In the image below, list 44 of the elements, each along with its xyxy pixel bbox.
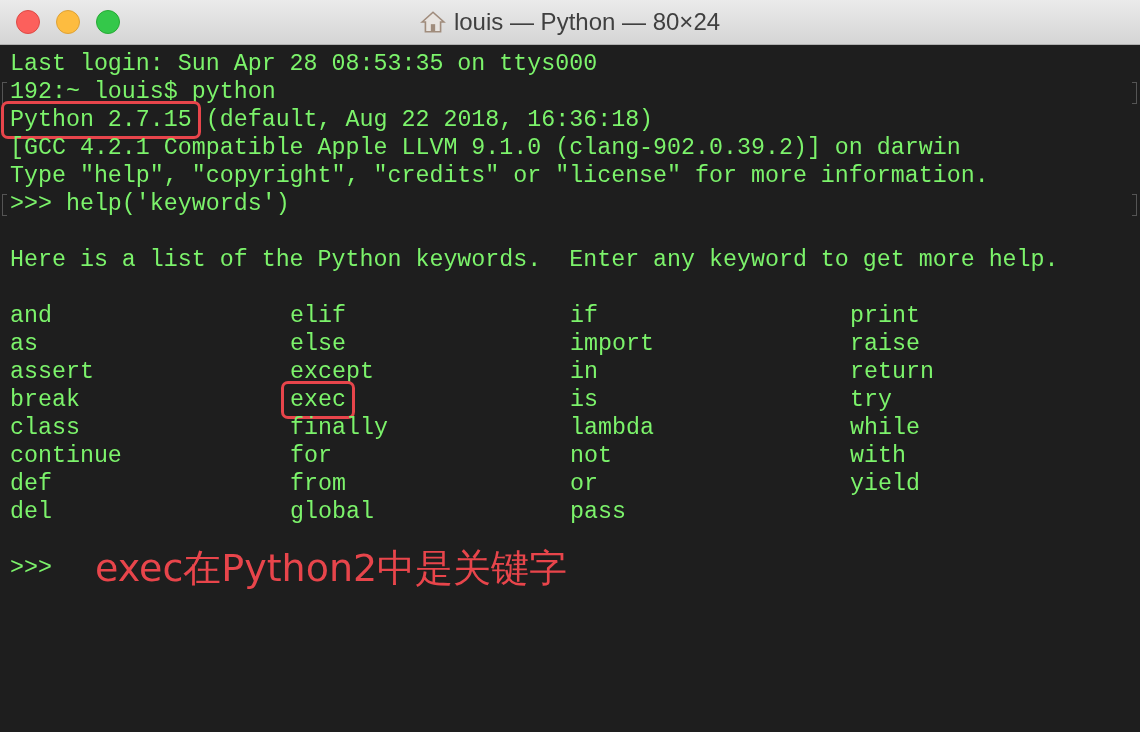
keyword: break — [10, 387, 80, 413]
keyword: else — [290, 331, 346, 357]
keyword: del — [10, 499, 52, 525]
keyword: assert — [10, 359, 94, 385]
window-title: louis — Python — 80×24 — [453, 8, 721, 36]
keyword: or — [570, 471, 598, 497]
keyword: while — [850, 415, 920, 441]
keyword: print — [850, 303, 920, 329]
home-icon — [419, 9, 446, 35]
keyword: in — [570, 359, 598, 385]
keyword: if — [570, 303, 598, 329]
keyword: class — [10, 415, 80, 441]
zoom-button[interactable] — [96, 10, 120, 34]
keyword: with — [850, 443, 906, 469]
close-button[interactable] — [16, 10, 40, 34]
terminal-text: (default, Aug 22 2018, 16:36:18) — [204, 107, 654, 133]
keyword: continue — [10, 443, 122, 469]
keyword: elif — [290, 303, 346, 329]
keyword: lambda — [570, 415, 654, 441]
keyword: is — [570, 387, 598, 413]
keyword: return — [850, 359, 934, 385]
keyword: for — [290, 443, 332, 469]
mark-bracket — [2, 82, 7, 104]
minimize-button[interactable] — [56, 10, 80, 34]
keyword: pass — [570, 499, 626, 525]
prompt: >>> — [10, 555, 53, 581]
keyword: as — [10, 331, 38, 357]
mark-bracket — [1132, 194, 1137, 216]
terminal-text: >>> help('keywords') — [10, 191, 290, 217]
keyword: raise — [850, 331, 920, 357]
keyword: global — [290, 499, 374, 525]
keyword: yield — [850, 471, 920, 497]
keyword: try — [850, 387, 892, 413]
mark-bracket — [1132, 82, 1137, 104]
mark-bracket — [2, 194, 7, 216]
keyword: not — [570, 443, 612, 469]
annotation-text: exec在Python2中是关键字 — [95, 544, 568, 592]
terminal-text: Here is a list of the Python keywords. Enter any keyword to get more help. — [10, 247, 1059, 273]
keyword: from — [290, 471, 346, 497]
terminal-text: Type "help", "copyright", "credits" or "license" for more information. — [10, 163, 989, 189]
keyword: and — [10, 303, 52, 329]
keyword: def — [10, 471, 52, 497]
keyword: import — [570, 331, 654, 357]
terminal-text: Last login: Sun Apr 28 08:53:35 on ttys000 — [10, 51, 598, 77]
